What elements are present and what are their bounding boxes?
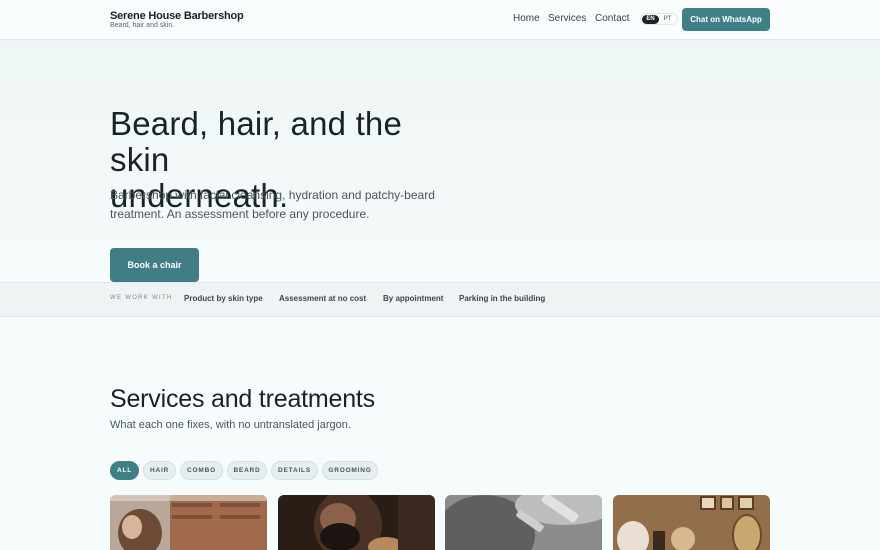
book-chair-button[interactable]: Book a chair	[110, 248, 199, 282]
barbershop-interior-photo	[613, 495, 770, 550]
strip-label: WE WORK WITH	[110, 295, 173, 301]
services-subtitle: What each one fixes, with no untranslate…	[110, 419, 351, 431]
service-card-photo[interactable]	[110, 495, 267, 550]
filter-grooming[interactable]: GROOMING	[322, 461, 378, 480]
strip-item: Assessment at no cost	[279, 294, 367, 303]
brand-name: Serene House Barbershop	[110, 10, 244, 22]
filter-beard[interactable]: BEARD	[227, 461, 267, 480]
service-card-photo[interactable]	[445, 495, 602, 550]
service-card-photo[interactable]	[613, 495, 770, 550]
lang-pt[interactable]: PT	[659, 15, 676, 24]
service-card-photo[interactable]	[278, 495, 435, 550]
whatsapp-button[interactable]: Chat on WhatsApp	[682, 8, 770, 31]
filter-details[interactable]: DETAILS	[271, 461, 318, 480]
brand-tagline: Beard, hair and skin.	[110, 22, 175, 29]
brand[interactable]: Serene House Barbershop Beard, hair and …	[110, 10, 244, 30]
barber-cutting-photo	[110, 495, 267, 550]
nav-contact[interactable]: Contact	[595, 13, 629, 24]
beard-trim-photo	[278, 495, 435, 550]
strip-item: Parking in the building	[459, 294, 546, 303]
filter-combo[interactable]: COMBO	[180, 461, 223, 480]
lang-en[interactable]: EN	[642, 14, 659, 24]
hero-title-line1: Beard, hair, and the skin	[110, 105, 403, 178]
features-strip: WE WORK WITH Product by skin type Assess…	[0, 282, 880, 317]
razor-shave-photo	[445, 495, 602, 550]
nav-services[interactable]: Services	[548, 13, 586, 24]
filter-hair[interactable]: HAIR	[143, 461, 176, 480]
services-title: Services and treatments	[110, 385, 375, 413]
filter-all[interactable]: ALL	[110, 461, 139, 480]
strip-item: By appointment	[383, 294, 444, 303]
nav-home[interactable]: Home	[513, 13, 540, 24]
hero-subtitle: Barbershop with facial cleansing, hydrat…	[110, 188, 435, 221]
site-header: Serene House Barbershop Beard, hair and …	[0, 0, 880, 40]
strip-item: Product by skin type	[184, 294, 263, 303]
language-switcher: EN PT	[640, 13, 678, 25]
